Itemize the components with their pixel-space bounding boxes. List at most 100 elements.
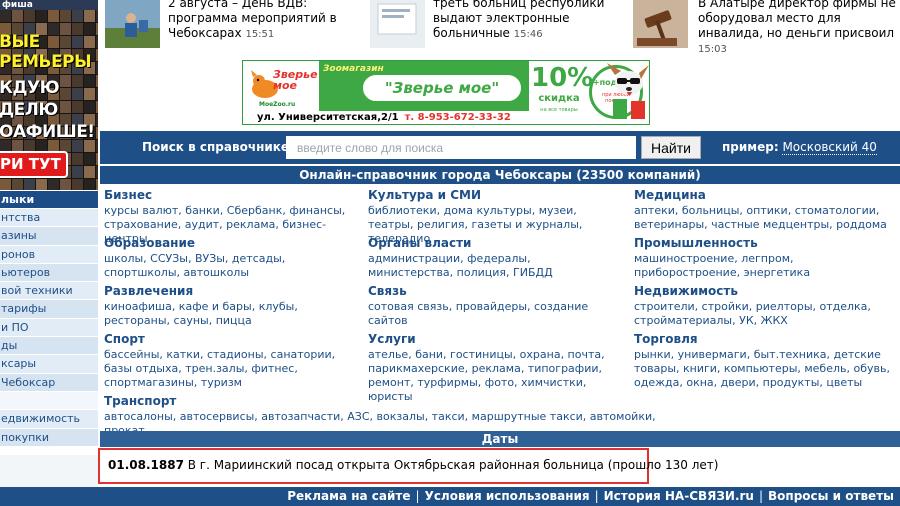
category-title[interactable]: Бизнес [104,188,152,203]
category-title[interactable]: Недвижимость [634,284,738,299]
collage-tile [96,127,98,139]
collage-tile [48,36,59,48]
category-links[interactable]: ателье, бани, гостиницы, охрана, почта, … [368,348,624,404]
category-title[interactable]: Культура и СМИ [368,188,481,203]
news-title[interactable]: В Алатыре директор фирмы не оборудовал м… [698,0,896,40]
date-description[interactable]: В г. Мариинский посад открыта Октябрьска… [188,458,719,472]
collage-tile [72,166,83,178]
sidebar-menu-title: лыки [0,191,98,208]
promo-line-1: ВЫЕ [0,32,40,52]
collage-tile [48,10,59,22]
category-links[interactable]: сотовая связь, провайдеры, создание сайт… [368,300,608,328]
date-entry-highlight: 01.08.1887 В г. Мариинский посад открыта… [98,448,718,484]
footer-separator: | [415,489,420,503]
banner-site: MoeZoo.ru [259,101,296,108]
sidebar-item-realty[interactable]: едвижимость [0,410,98,429]
category-links[interactable]: аптеки, больницы, оптики, стоматологии, … [634,204,896,232]
category-title[interactable]: Медицина [634,188,706,203]
footer-link-history[interactable]: История НА-СВЯЗИ.ru [604,489,754,503]
category-title[interactable]: Промышленность [634,236,758,251]
news-teaser-1[interactable]: 2 августа – День ВДВ: программа мероприя… [105,0,375,50]
sidebar-item-purchases[interactable]: покупки [0,428,98,447]
sidebar-item-cheboksary[interactable]: ксары [0,355,98,374]
category-title[interactable]: Услуги [368,332,416,347]
category-links[interactable]: киноафиша, кафе и бары, клубы, рестораны… [104,300,354,328]
page: фиша ВЫЕ РЕМЬЕРЫ КДУЮ ДЕЛЮ ОАФИШЕ! РИ ТУ… [0,0,900,506]
afisha-promo-banner[interactable]: фиша ВЫЕ РЕМЬЕРЫ КДУЮ ДЕЛЮ ОАФИШЕ! РИ ТУ… [0,0,98,190]
footer-link-terms[interactable]: Условия использования [425,489,590,503]
directory-categories: Бизнес курсы валют, банки, Сбербанк, фин… [100,186,900,437]
gavel-photo-icon [633,0,688,48]
dates-title: Даты [100,431,900,447]
category-title[interactable]: Образование [104,236,195,251]
news-photo-icon [370,0,425,48]
news-teaser-2[interactable]: треть больниц республики выдают электрон… [370,0,640,50]
sidebar-item-shops[interactable]: азины [0,227,98,246]
collage-tile [96,36,98,48]
category-links[interactable]: рынки, универмаги, быт.техника, детские … [634,348,898,390]
search-input[interactable] [286,136,636,159]
sidebar-item-software[interactable]: и ПО [0,318,98,338]
banner-store-name: "Зверье мое" [363,75,521,101]
date-value: 01.08.1887 [108,458,184,472]
banner-phone: т. 8-953-672-33-32 [404,112,511,123]
news-time: 15:46 [513,29,543,40]
category-links[interactable]: администрации, федералы, министерства, п… [368,252,600,280]
sidebar-item-blank [0,391,98,411]
footer-link-advertising[interactable]: Реклама на сайте [287,489,410,503]
collage-tile [96,10,98,22]
collage-tile [72,101,83,113]
promo-line-4: ДЕЛЮ [0,100,58,120]
dog-with-sunglasses-icon [607,63,649,119]
category-government: Органы власти администрации, федералы, м… [368,236,600,280]
footer-bar: Реклама на сайте | Условия использования | И… [0,487,900,506]
collage-tile [36,179,47,190]
banner-street: ул. Университетская,2/1 [257,112,399,123]
collage-tile [96,153,98,165]
sidebar-item-sports[interactable]: ды [0,337,98,356]
category-links[interactable]: машиностроение, легпром, приборостроение… [634,252,896,280]
collage-tile [96,179,98,190]
category-title[interactable]: Органы власти [368,236,471,251]
category-medicine: Медицина аптеки, больницы, оптики, стома… [634,188,896,232]
collage-tile [84,75,95,87]
collage-tile [48,179,59,190]
sidebar-item-computers[interactable]: ьютеров [0,263,98,283]
news-photo-icon [105,0,160,48]
sidebar-item-agencies[interactable]: нтства [0,209,98,228]
category-links[interactable]: бассейны, катки, стадионы, санатории, ба… [104,348,356,390]
collage-tile [84,153,95,165]
footer-separator: | [594,489,599,503]
discount-percent: 10% [531,63,594,93]
category-links[interactable]: школы, ССУЗы, ВУЗы, детсады, спортшколы,… [104,252,354,280]
banner-address: ул. Университетская,2/1 т. 8-953-672-33-3… [243,111,533,124]
category-title[interactable]: Транспорт [104,394,176,409]
zoo-store-banner[interactable]: Зверье мое MoeZoo.ru Зоомагазин "Зверье … [242,60,650,125]
category-links[interactable]: строители, стройки, риелторы, отделка, с… [634,300,896,328]
footer-separator: | [758,489,764,503]
category-title[interactable]: Связь [368,284,407,299]
example-link[interactable]: Московский 40 [782,140,877,155]
category-communications: Связь сотовая связь, провайдеры, создани… [368,284,608,328]
category-title[interactable]: Спорт [104,332,145,347]
sidebar-item-salons[interactable]: ронов [0,245,98,264]
directory-search-bar: Поиск в справочнике Найти пример: Москов… [100,131,900,164]
news-teaser-3[interactable]: В Алатыре директор фирмы не оборудовал м… [633,0,900,55]
collage-tile [0,10,11,22]
collage-tile [48,23,59,35]
footer-link-faq[interactable]: Вопросы и ответы [768,489,894,503]
sidebar-item-appliances[interactable]: вой техники [0,282,98,301]
category-title[interactable]: Торговля [634,332,698,347]
collage-tile [72,10,83,22]
promo-button[interactable]: РИ ТУТ [0,151,68,178]
collage-tile [72,36,83,48]
collage-tile [84,36,95,48]
promo-top-label: фиша [0,0,98,10]
category-title[interactable]: Развлечения [104,284,193,299]
category-industry: Промышленность машиностроение, легпром, … [634,236,896,280]
sidebar-item-tariffs[interactable]: тарифы [0,300,98,319]
collage-tile [36,10,47,22]
collage-tile [60,101,71,113]
search-button[interactable]: Найти [641,136,701,159]
sidebar-item-of-cheboksary[interactable]: Чебоксар [0,373,98,392]
